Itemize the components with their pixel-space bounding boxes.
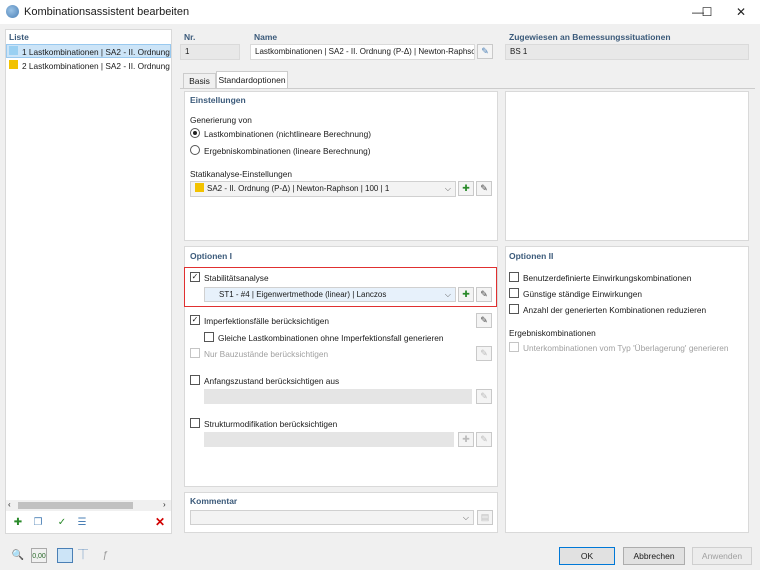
radio-load-combinations[interactable] bbox=[190, 128, 200, 138]
sub-combinations-label: Unterkombinationen vom Typ 'Überlagerung… bbox=[523, 343, 729, 353]
options2-header: Optionen II bbox=[509, 251, 554, 261]
initial-state-field[interactable] bbox=[204, 389, 472, 404]
chevron-down-icon: ⌵ bbox=[444, 184, 451, 193]
comment-library-icon[interactable]: ▤ bbox=[477, 510, 493, 525]
new-structure-mod-icon[interactable]: ✚ bbox=[458, 432, 474, 447]
imperfection-checkbox[interactable]: ✓ bbox=[190, 315, 200, 325]
user-defined-label: Benutzerdefinierte Einwirkungskombinatio… bbox=[523, 273, 692, 283]
comment-header: Kommentar bbox=[190, 496, 238, 506]
static-analysis-value: SA2 - II. Ordnung (P-Δ) | Newton-Raphson… bbox=[207, 184, 390, 193]
static-analysis-dropdown[interactable]: SA2 - II. Ordnung (P-Δ) | Newton-Raphson… bbox=[190, 181, 456, 197]
reduce-label: Anzahl der generierten Kombinationen red… bbox=[523, 305, 707, 315]
nr-field[interactable]: 1 bbox=[180, 44, 240, 60]
formula-icon[interactable]: ƒ bbox=[97, 548, 113, 563]
edit-initial-state-icon[interactable]: ✎ bbox=[476, 389, 492, 404]
edit-construction-icon[interactable]: ✎ bbox=[476, 346, 492, 361]
apply-button[interactable]: Anwenden bbox=[692, 547, 752, 565]
favorable-label: Günstige ständige Einwirkungen bbox=[523, 289, 642, 299]
construction-label: Nur Bauzustände berücksichtigen bbox=[204, 349, 329, 359]
ok-button[interactable]: OK bbox=[559, 547, 615, 565]
list-item-label: 2 Lastkombinationen | SA2 - II. Ordnung … bbox=[22, 61, 170, 71]
reduce-checkbox[interactable] bbox=[509, 304, 519, 314]
new-item-icon[interactable]: ✚ bbox=[10, 515, 26, 530]
initial-state-label: Anfangszustand berücksichtigen aus bbox=[204, 376, 340, 386]
radio-load-combinations-label: Lastkombinationen (nichtlineare Berechnu… bbox=[204, 129, 371, 139]
settings-panel bbox=[184, 91, 498, 241]
decimal-places-icon[interactable]: 0,00 bbox=[31, 548, 47, 563]
options1-header: Optionen I bbox=[190, 251, 233, 261]
search-icon[interactable]: 🔍 bbox=[10, 548, 26, 563]
initial-state-checkbox[interactable] bbox=[190, 375, 200, 385]
color-swatch bbox=[9, 46, 18, 55]
stability-checkbox[interactable]: ✓ bbox=[190, 272, 200, 282]
structure-mod-field[interactable] bbox=[204, 432, 454, 447]
edit-static-icon[interactable]: ✎ bbox=[476, 181, 492, 196]
new-static-icon[interactable]: ✚ bbox=[458, 181, 474, 196]
radio-result-combinations-label: Ergebniskombinationen (lineare Berechnun… bbox=[204, 146, 371, 156]
static-analysis-label: Statikanalyse-Einstellungen bbox=[190, 169, 292, 179]
settings-header: Einstellungen bbox=[190, 95, 246, 105]
structure-mod-checkbox[interactable] bbox=[190, 418, 200, 428]
generation-label: Generierung von bbox=[190, 115, 252, 125]
favorable-checkbox[interactable] bbox=[509, 288, 519, 298]
construction-checkbox[interactable] bbox=[190, 348, 200, 358]
assigned-label: Zugewiesen an Bemessungssituationen bbox=[509, 32, 671, 42]
tab-standard-options[interactable]: Standardoptionen bbox=[216, 71, 288, 89]
window-title: Kombinationsassistent bearbeiten bbox=[24, 6, 190, 18]
nr-label: Nr. bbox=[184, 32, 196, 42]
copy-icon[interactable]: ❐ bbox=[30, 515, 46, 530]
assigned-field: BS 1 bbox=[505, 44, 749, 60]
imperfection-label: Imperfektionsfälle berücksichtigen bbox=[204, 316, 329, 326]
scroll-left-icon[interactable]: ‹ bbox=[8, 500, 11, 509]
color-swatch bbox=[9, 60, 18, 69]
edit-stability-icon[interactable]: ✎ bbox=[476, 287, 492, 302]
display-icon[interactable] bbox=[57, 548, 73, 563]
same-lk-label: Gleiche Lastkombinationen ohne Imperfekt… bbox=[218, 333, 444, 343]
radio-result-combinations[interactable] bbox=[190, 145, 200, 155]
scroll-right-icon[interactable]: › bbox=[163, 500, 166, 509]
edit-name-icon[interactable]: ✎ bbox=[477, 44, 493, 59]
app-icon bbox=[6, 5, 19, 18]
same-lk-checkbox[interactable] bbox=[204, 332, 214, 342]
name-label: Name bbox=[254, 32, 278, 42]
chevron-down-icon: ⌵ bbox=[462, 513, 469, 522]
static-color-swatch bbox=[195, 183, 204, 192]
stability-label: Stabilitätsanalyse bbox=[204, 273, 269, 283]
uncheck-icon[interactable]: ☰ bbox=[74, 515, 90, 530]
tab-divider bbox=[180, 88, 755, 89]
delete-icon[interactable]: ✕ bbox=[152, 515, 168, 530]
chevron-down-icon: ⌵ bbox=[444, 290, 451, 299]
edit-imperfection-icon[interactable]: ✎ bbox=[476, 313, 492, 328]
list-panel bbox=[5, 29, 172, 534]
list-item-label: 1 Lastkombinationen | SA2 - II. Ordnung … bbox=[22, 47, 170, 57]
stability-dropdown[interactable]: ST1 - #4 | Eigenwertmethode (linear) | L… bbox=[204, 287, 456, 302]
maximize-button[interactable]: ☐ bbox=[692, 3, 722, 21]
cancel-button[interactable]: Abbrechen bbox=[623, 547, 685, 565]
structure-icon[interactable]: ⏉ bbox=[75, 548, 91, 563]
tab-basis[interactable]: Basis bbox=[183, 73, 216, 88]
list-header: Liste bbox=[9, 32, 29, 42]
stability-value: ST1 - #4 | Eigenwertmethode (linear) | L… bbox=[219, 290, 387, 299]
right-top-panel bbox=[505, 91, 749, 241]
edit-structure-mod-icon[interactable]: ✎ bbox=[476, 432, 492, 447]
check-all-icon[interactable]: ✓ bbox=[54, 515, 70, 530]
structure-mod-label: Strukturmodifikation berücksichtigen bbox=[204, 419, 338, 429]
user-defined-checkbox[interactable] bbox=[509, 272, 519, 282]
new-stability-icon[interactable]: ✚ bbox=[458, 287, 474, 302]
name-field[interactable]: Lastkombinationen | SA2 - II. Ordnung (P… bbox=[250, 44, 475, 60]
result-combinations-header: Ergebniskombinationen bbox=[509, 328, 596, 338]
close-button[interactable]: ✕ bbox=[726, 3, 756, 21]
sub-combinations-checkbox[interactable] bbox=[509, 342, 519, 352]
comment-input[interactable]: ⌵ bbox=[190, 510, 474, 525]
scrollbar-thumb[interactable] bbox=[18, 502, 133, 509]
